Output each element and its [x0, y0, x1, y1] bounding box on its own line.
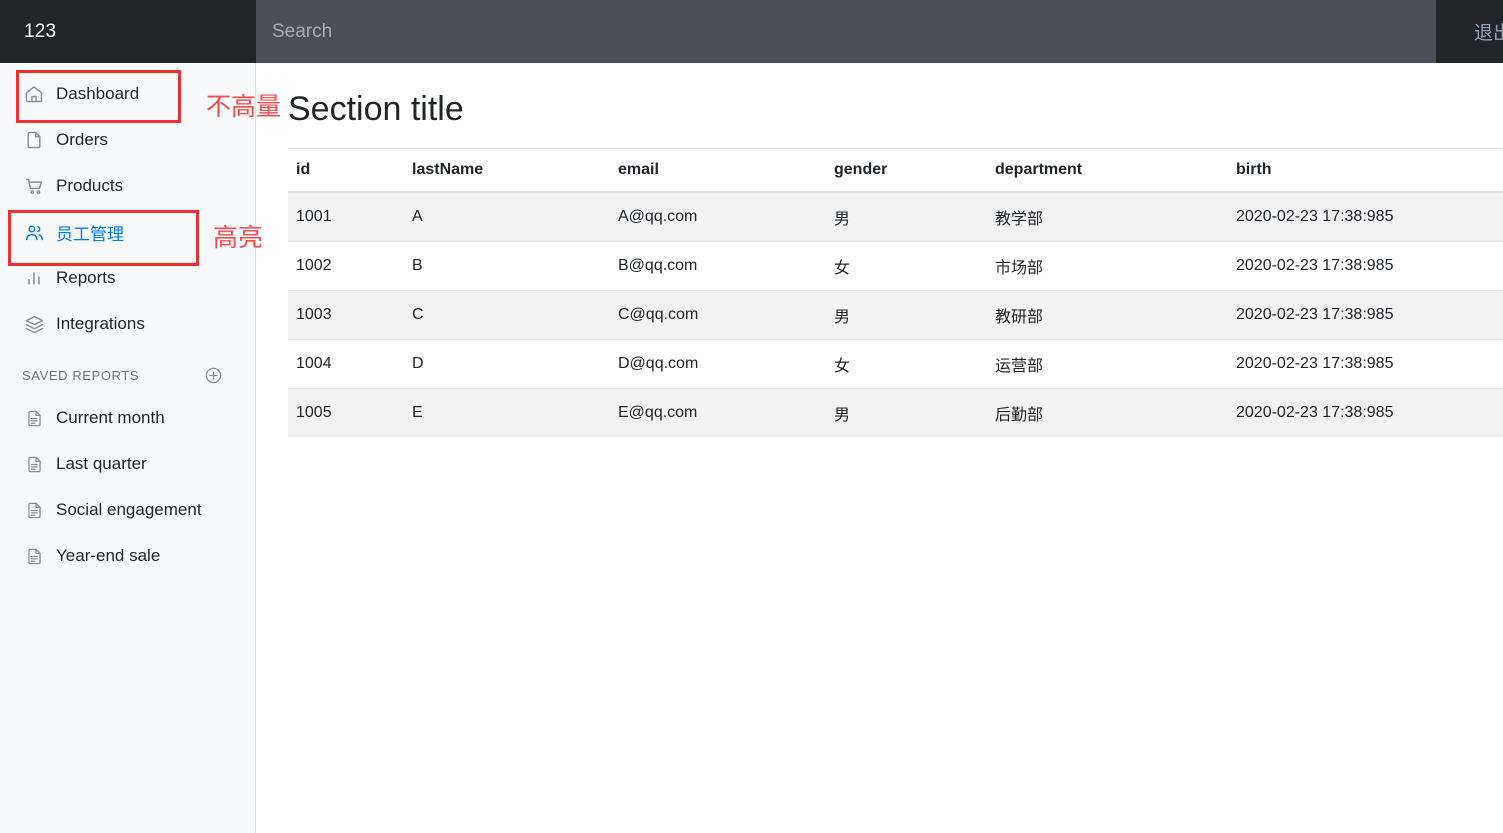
cell-birth: 2020-02-23 17:38:985: [1228, 240, 1503, 291]
table-header: id lastName email gender department birt…: [288, 147, 1503, 193]
cell-department: 运营部: [987, 338, 1228, 389]
sidebar-item-dashboard[interactable]: Dashboard: [0, 71, 255, 117]
cell-gender: 男: [826, 289, 987, 340]
cell-id: 1001: [288, 191, 404, 242]
layers-icon: [22, 312, 46, 336]
document-icon: [22, 406, 46, 430]
top-navbar: 123 退出登: [0, 0, 1503, 63]
sidebar-item-label: Year-end sale: [56, 546, 161, 565]
sidebar-item-label: Orders: [56, 130, 108, 149]
file-icon: [22, 128, 46, 152]
table-body: 1001 A A@qq.com 男 教学部 2020-02-23 17:38:9…: [288, 191, 1503, 437]
sidebar-item-orders[interactable]: Orders: [0, 117, 255, 163]
plus-circle-icon[interactable]: [203, 365, 223, 385]
column-header-department[interactable]: department: [987, 147, 1228, 193]
search-input[interactable]: [256, 0, 1436, 63]
column-header-birth[interactable]: birth: [1228, 147, 1503, 193]
cell-gender: 女: [826, 338, 987, 389]
main-content: Section title id lastName email gender d…: [257, 63, 1503, 833]
navbar-right-section: 退出登: [1436, 0, 1503, 63]
cell-id: 1003: [288, 289, 404, 340]
cell-id: 1005: [288, 387, 404, 437]
cell-lastname: D: [404, 338, 610, 389]
sidebar-item-label: Reports: [56, 268, 116, 287]
cell-gender: 男: [826, 191, 987, 242]
bar-chart-icon: [22, 266, 46, 290]
cell-email: A@qq.com: [610, 191, 826, 242]
employee-table: id lastName email gender department birt…: [288, 147, 1503, 437]
column-header-id[interactable]: id: [288, 147, 404, 193]
cell-gender: 女: [826, 240, 987, 291]
cell-email: B@qq.com: [610, 240, 826, 291]
cell-lastname: B: [404, 240, 610, 291]
sidebar-item-social-engagement[interactable]: Social engagement: [0, 487, 255, 533]
sidebar-item-label: Products: [56, 176, 124, 195]
navbar-search-container: [256, 0, 1436, 63]
sidebar-item-label: Social engagement: [56, 500, 202, 519]
cell-id: 1004: [288, 338, 404, 389]
table-row[interactable]: 1003 C C@qq.com 男 教研部 2020-02-23 17:38:9…: [288, 289, 1503, 340]
sidebar-item-year-end-sale[interactable]: Year-end sale: [0, 533, 255, 579]
home-icon: [22, 82, 46, 106]
sidebar-item-label: 员工管理: [56, 224, 124, 244]
saved-reports-label: SAVED REPORTS: [22, 367, 140, 383]
sidebar-item-label: Dashboard: [56, 84, 140, 103]
sidebar-item-label: Current month: [56, 408, 165, 427]
sidebar-item-reports[interactable]: Reports: [0, 255, 255, 301]
cell-department: 教研部: [987, 289, 1228, 340]
table-row[interactable]: 1002 B B@qq.com 女 市场部 2020-02-23 17:38:9…: [288, 240, 1503, 291]
cell-id: 1002: [288, 240, 404, 291]
cell-lastname: E: [404, 387, 610, 437]
cell-department: 教学部: [987, 191, 1228, 242]
cell-department: 市场部: [987, 240, 1228, 291]
cell-lastname: A: [404, 191, 610, 242]
cell-email: E@qq.com: [610, 387, 826, 437]
cell-email: C@qq.com: [610, 289, 826, 340]
people-icon: [22, 220, 46, 244]
cell-birth: 2020-02-23 17:38:985: [1228, 387, 1503, 437]
shopping-cart-icon: [22, 174, 46, 198]
brand-logo[interactable]: 123: [0, 0, 256, 63]
cell-birth: 2020-02-23 17:38:985: [1228, 191, 1503, 242]
logout-link[interactable]: 退出登: [1474, 18, 1503, 45]
cell-lastname: C: [404, 289, 610, 340]
sidebar: Dashboard Orders Products 员工管理 Reports I…: [0, 63, 256, 833]
cell-birth: 2020-02-23 17:38:985: [1228, 338, 1503, 389]
cell-email: D@qq.com: [610, 338, 826, 389]
table-row[interactable]: 1001 A A@qq.com 男 教学部 2020-02-23 17:38:9…: [288, 191, 1503, 242]
sidebar-item-employee-management[interactable]: 员工管理: [0, 209, 255, 255]
sidebar-item-integrations[interactable]: Integrations: [0, 301, 255, 347]
cell-gender: 男: [826, 387, 987, 437]
saved-reports-heading: SAVED REPORTS: [0, 347, 255, 395]
column-header-email[interactable]: email: [610, 147, 826, 193]
sidebar-item-last-quarter[interactable]: Last quarter: [0, 441, 255, 487]
sidebar-item-label: Integrations: [56, 314, 145, 333]
page-title: Section title: [288, 90, 464, 128]
document-icon: [22, 452, 46, 476]
table-row[interactable]: 1005 E E@qq.com 男 后勤部 2020-02-23 17:38:9…: [288, 387, 1503, 437]
sidebar-item-label: Last quarter: [56, 454, 147, 473]
sidebar-item-current-month[interactable]: Current month: [0, 395, 255, 441]
column-header-gender[interactable]: gender: [826, 147, 987, 193]
document-icon: [22, 498, 46, 522]
document-icon: [22, 544, 46, 568]
cell-birth: 2020-02-23 17:38:985: [1228, 289, 1503, 340]
table-row[interactable]: 1004 D D@qq.com 女 运营部 2020-02-23 17:38:9…: [288, 338, 1503, 389]
column-header-lastname[interactable]: lastName: [404, 147, 610, 193]
table-header-row: id lastName email gender department birt…: [288, 147, 1503, 193]
sidebar-item-products[interactable]: Products: [0, 163, 255, 209]
cell-department: 后勤部: [987, 387, 1228, 437]
